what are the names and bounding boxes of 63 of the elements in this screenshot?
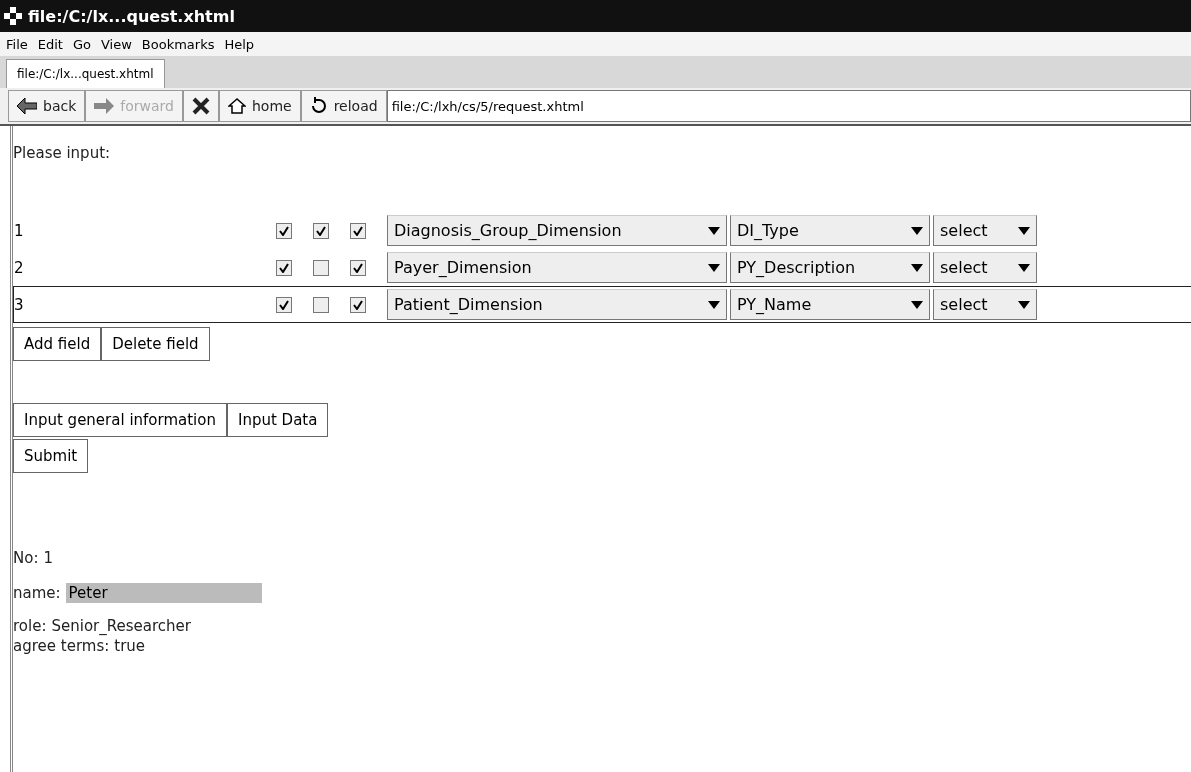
caret-icon [1018, 263, 1030, 272]
caret-icon [708, 263, 720, 272]
caret-icon [911, 300, 923, 309]
info-value: true [114, 637, 146, 655]
menu-item[interactable]: Edit [37, 36, 63, 52]
menu-item[interactable]: View [101, 36, 132, 52]
right-arrow-icon [94, 98, 115, 114]
row-number: 3 [14, 295, 25, 314]
name-field[interactable]: Peter [65, 583, 262, 603]
caret-icon [911, 263, 923, 272]
caret-icon [708, 226, 720, 235]
attribute-dropdown[interactable]: PY_Name [730, 289, 930, 320]
info-label: agree terms: [13, 637, 110, 655]
back-button[interactable]: back [8, 90, 86, 122]
home-button[interactable]: home [218, 90, 301, 122]
checkbox[interactable] [313, 296, 329, 313]
checkbox[interactable] [350, 296, 366, 313]
operation-dropdown[interactable]: select [933, 215, 1037, 246]
operation-dropdown[interactable]: select [933, 289, 1037, 320]
info-value: Senior_Researcher [51, 617, 191, 635]
reload-button[interactable]: reload [300, 90, 387, 122]
info-value: 1 [43, 549, 53, 567]
attribute-dropdown[interactable]: DI_Type [730, 215, 930, 246]
reload-icon [309, 97, 328, 115]
attribute-dropdown[interactable]: PY_Description [730, 252, 930, 283]
input-button[interactable]: Input general information [13, 403, 227, 437]
app-icon [4, 7, 22, 25]
caret-icon [911, 226, 923, 235]
tab[interactable]: file:/C:/lx...quest.xhtml [6, 59, 165, 88]
input-button[interactable]: Input Data [226, 403, 329, 437]
menu-item[interactable]: Bookmarks [141, 36, 215, 52]
checkbox[interactable] [313, 222, 329, 239]
checkbox[interactable] [313, 259, 329, 276]
menu-item[interactable]: Go [72, 36, 91, 52]
checkbox[interactable] [276, 296, 292, 313]
submit-button[interactable]: Submit [13, 439, 89, 473]
row-number: 2 [14, 258, 25, 277]
caret-icon [708, 300, 720, 309]
caret-icon [1018, 226, 1030, 235]
info-label: No: [13, 549, 39, 567]
prompt-text: Please input: [13, 144, 112, 162]
caret-icon [1018, 300, 1030, 309]
dimension-dropdown[interactable]: Payer_Dimension [387, 252, 727, 283]
home-icon [227, 98, 246, 114]
checkbox[interactable] [350, 259, 366, 276]
menu-item[interactable]: Help [224, 36, 255, 52]
info-label: role: [13, 617, 47, 635]
dimension-dropdown[interactable]: Patient_Dimension [387, 289, 727, 320]
field-button[interactable]: Delete field [101, 327, 210, 361]
window-title: file:/C:/lx...quest.xhtml [28, 6, 235, 26]
dimension-dropdown[interactable]: Diagnosis_Group_Dimension [387, 215, 727, 246]
address-field[interactable]: file:/C:/lxh/cs/5/request.xhtml [386, 90, 1191, 122]
stop-icon [191, 97, 210, 115]
row-number: 1 [14, 221, 25, 240]
field-button[interactable]: Add field [13, 327, 102, 361]
checkbox[interactable] [276, 259, 292, 276]
left-arrow-icon [17, 98, 37, 114]
info-label: name: [13, 584, 61, 602]
menu-item[interactable]: File [6, 36, 28, 52]
checkbox[interactable] [276, 222, 292, 239]
stop-button[interactable] [182, 90, 219, 122]
operation-dropdown[interactable]: select [933, 252, 1037, 283]
checkbox[interactable] [350, 222, 366, 239]
